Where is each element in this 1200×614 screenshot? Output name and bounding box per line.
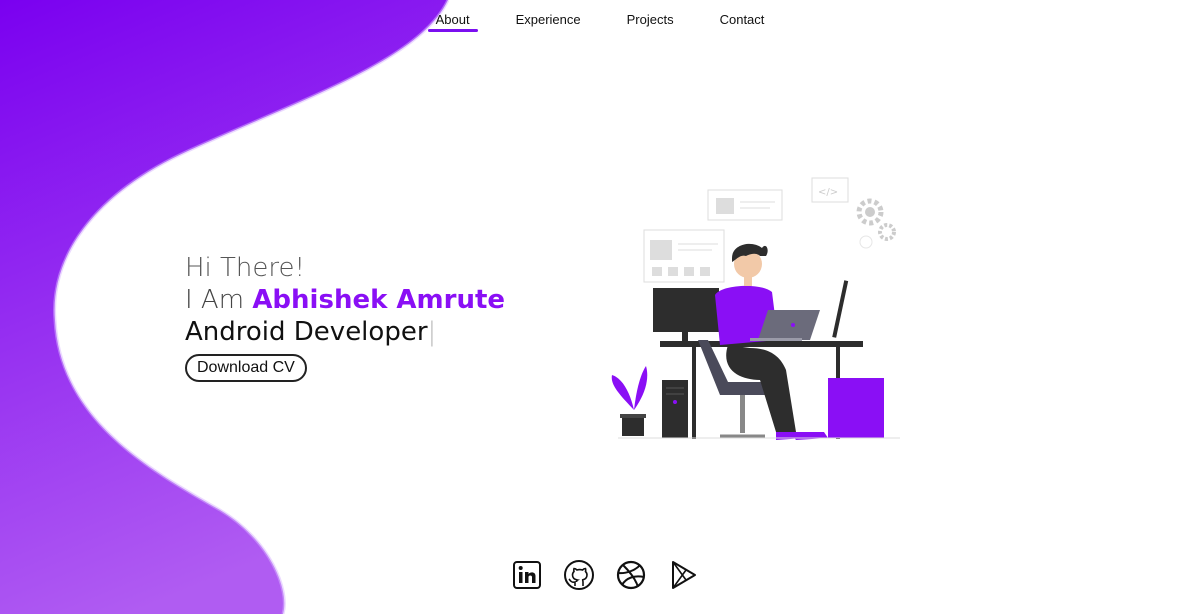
nav-item-about[interactable]: About — [427, 0, 478, 36]
top-nav: About Experience Projects Contact — [0, 0, 1200, 40]
play-store-icon[interactable] — [666, 558, 700, 592]
download-cv-button[interactable]: Download CV — [185, 354, 307, 382]
typing-cursor: | — [427, 317, 437, 347]
linkedin-icon[interactable] — [510, 558, 544, 592]
nav-item-projects[interactable]: Projects — [619, 0, 682, 36]
hero-intro: I Am Abhishek Amrute — [185, 284, 505, 316]
nav-item-experience[interactable]: Experience — [508, 0, 589, 36]
hero-section: Hi There! I Am Abhishek Amrute Android D… — [185, 252, 505, 382]
hero-intro-prefix: I Am — [185, 285, 253, 315]
hero-greeting: Hi There! — [185, 253, 305, 283]
hero-role: Android Developer — [185, 317, 428, 347]
hero-role-line: Android Developer| — [185, 316, 505, 348]
github-icon[interactable] — [562, 558, 596, 592]
social-links — [510, 558, 700, 592]
dribbble-icon[interactable] — [614, 558, 648, 592]
hero-name: Abhishek Amrute — [252, 285, 506, 315]
svg-text:</>: </> — [818, 187, 838, 198]
developer-illustration: </> — [611, 177, 900, 440]
nav-item-contact[interactable]: Contact — [712, 0, 773, 36]
